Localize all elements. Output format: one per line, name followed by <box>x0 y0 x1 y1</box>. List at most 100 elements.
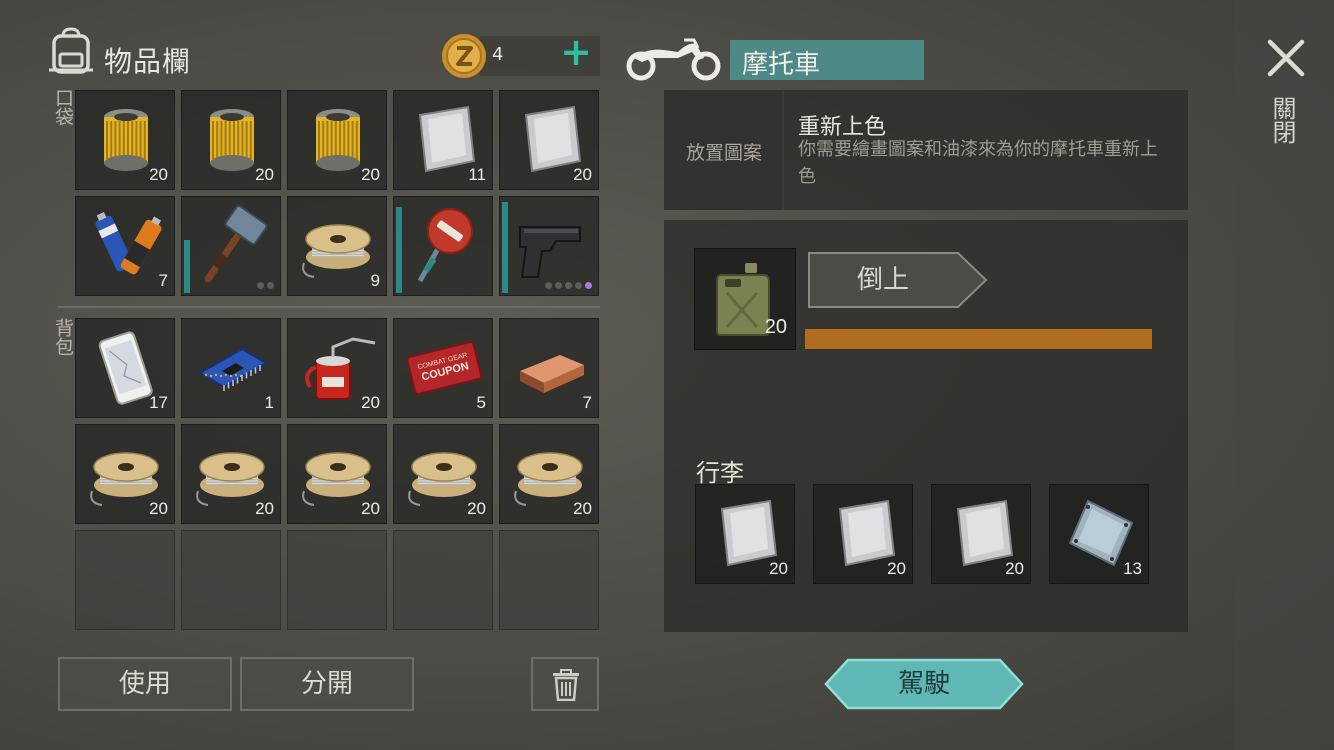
inventory-slot[interactable]: 20 <box>287 318 387 418</box>
fuel-slot[interactable]: 20 <box>694 248 796 350</box>
inventory-slot[interactable]: 13 <box>1049 484 1149 584</box>
add-coins-button[interactable]: + <box>556 32 596 76</box>
inventory-slot[interactable]: 20 <box>813 484 913 584</box>
close-icon[interactable] <box>1266 38 1306 78</box>
empty-slot[interactable] <box>287 530 387 630</box>
durability-bar <box>396 207 402 293</box>
inventory-slot[interactable] <box>181 196 281 296</box>
upgrade-dot <box>575 282 582 289</box>
coin-icon <box>442 34 486 78</box>
inventory-title: 物品欄 <box>104 45 192 78</box>
vehicle-name: 摩托車 <box>742 50 821 80</box>
item-quantity: 5 <box>476 393 486 412</box>
inventory-slot[interactable]: 20 <box>181 424 281 524</box>
item-quantity: 11 <box>468 165 486 184</box>
pattern-slot-label: 放置圖案 <box>685 142 762 164</box>
coin-count: 4 <box>492 44 504 65</box>
pocket-label: 口袋 <box>52 88 74 126</box>
item-quantity: 13 <box>1123 559 1142 578</box>
fuel-quantity: 20 <box>764 316 787 338</box>
empty-slot[interactable] <box>499 530 599 630</box>
repaint-description: 你需要繪畫圖案和油漆來為你的摩托車重新上色 <box>798 139 1158 187</box>
upgrade-dot <box>267 282 274 289</box>
item-quantity: 20 <box>467 499 486 518</box>
inventory-slot[interactable] <box>499 196 599 296</box>
item-quantity: 9 <box>370 271 380 290</box>
use-button[interactable]: 使用 <box>58 657 232 711</box>
trunk-grid: 20 20 20 13 <box>695 484 1149 584</box>
item-quantity: 20 <box>573 165 592 184</box>
durability-bar <box>502 202 508 293</box>
item-quantity: 20 <box>361 165 380 184</box>
inventory-slot[interactable]: 20 <box>75 90 175 190</box>
trunk-label: 行李 <box>696 459 744 487</box>
drive-button[interactable]: 駕駛 <box>824 658 1024 710</box>
split-button[interactable]: 分開 <box>240 657 414 711</box>
upgrade-dot <box>257 282 264 289</box>
item-quantity: 20 <box>149 499 168 518</box>
pour-fuel-label: 倒上 <box>856 265 909 295</box>
coupon-icon: COMBAT GEARCOUPON <box>406 340 483 395</box>
item-quantity: 1 <box>264 393 274 412</box>
batteries-icon <box>95 212 162 275</box>
copper-ingot-icon <box>520 355 584 393</box>
item-quantity: 20 <box>1005 559 1024 578</box>
close-button[interactable]: 關閉 <box>1268 96 1300 144</box>
trash-button[interactable] <box>531 657 599 711</box>
item-quantity: 20 <box>255 499 274 518</box>
trash-icon <box>553 669 579 701</box>
drive-label: 駕駛 <box>897 669 950 699</box>
item-quantity: 20 <box>149 165 168 184</box>
circuit-board-icon <box>198 347 268 391</box>
inventory-slot[interactable]: 20 <box>499 90 599 190</box>
sledgehammer-icon <box>204 205 268 283</box>
backpack-icon <box>49 27 93 74</box>
fuel-gauge <box>805 329 1152 349</box>
inventory-slot[interactable] <box>393 196 493 296</box>
inventory-slot[interactable]: 7 <box>75 196 175 296</box>
upgrade-dot <box>585 282 592 289</box>
empty-slot[interactable] <box>181 530 281 630</box>
backpack-label: 背包 <box>52 318 74 356</box>
inventory-slot[interactable]: 17 <box>75 318 175 418</box>
inventory-slot[interactable]: 1 <box>181 318 281 418</box>
empty-slot[interactable] <box>75 530 175 630</box>
item-quantity: 20 <box>573 499 592 518</box>
inventory-slot[interactable]: 11 <box>393 90 493 190</box>
upgrade-dots <box>257 282 274 289</box>
section-divider <box>58 306 600 308</box>
wire-spool-icon <box>302 224 371 278</box>
upgrade-dot <box>565 282 572 289</box>
pistol-icon <box>519 226 581 278</box>
motorcycle-icon <box>626 38 721 81</box>
inventory-slot[interactable]: 20 <box>393 424 493 524</box>
item-quantity: 7 <box>158 271 168 290</box>
empty-slot[interactable] <box>393 530 493 630</box>
durability-bar <box>184 240 190 293</box>
upgrade-dots <box>545 282 592 289</box>
inventory-slot[interactable]: 20 <box>499 424 599 524</box>
item-quantity: 20 <box>361 393 380 412</box>
fuel-gauge-fill <box>805 329 1152 349</box>
item-quantity: 20 <box>361 499 380 518</box>
item-quantity: 20 <box>887 559 906 578</box>
inventory-slot[interactable]: 20 <box>931 484 1031 584</box>
inventory-slot[interactable]: 20 <box>181 90 281 190</box>
inventory-slot[interactable]: 9 <box>287 196 387 296</box>
item-quantity: 7 <box>582 393 592 412</box>
pocket-grid: 20 20 20 11 20 7 9 <box>75 90 599 296</box>
item-quantity: 17 <box>149 393 168 412</box>
item-quantity: 20 <box>255 165 274 184</box>
item-quantity: 20 <box>769 559 788 578</box>
inventory-slot[interactable]: 20 <box>75 424 175 524</box>
inventory-slot[interactable]: COMBAT GEAR COUPON 5 <box>393 318 493 418</box>
inventory-slot[interactable]: 20 <box>287 90 387 190</box>
upgrade-dot <box>555 282 562 289</box>
backpack-grid: 17 1 20 COMBAT GEAR COUPON 5 7 20 20 20 20 20 <box>75 318 599 630</box>
stop-sign-icon <box>417 208 473 283</box>
pour-fuel-button[interactable]: 倒上 <box>808 252 988 308</box>
inventory-slot[interactable]: 7 <box>499 318 599 418</box>
upgrade-dot <box>545 282 552 289</box>
inventory-slot[interactable]: 20 <box>695 484 795 584</box>
inventory-slot[interactable]: 20 <box>287 424 387 524</box>
